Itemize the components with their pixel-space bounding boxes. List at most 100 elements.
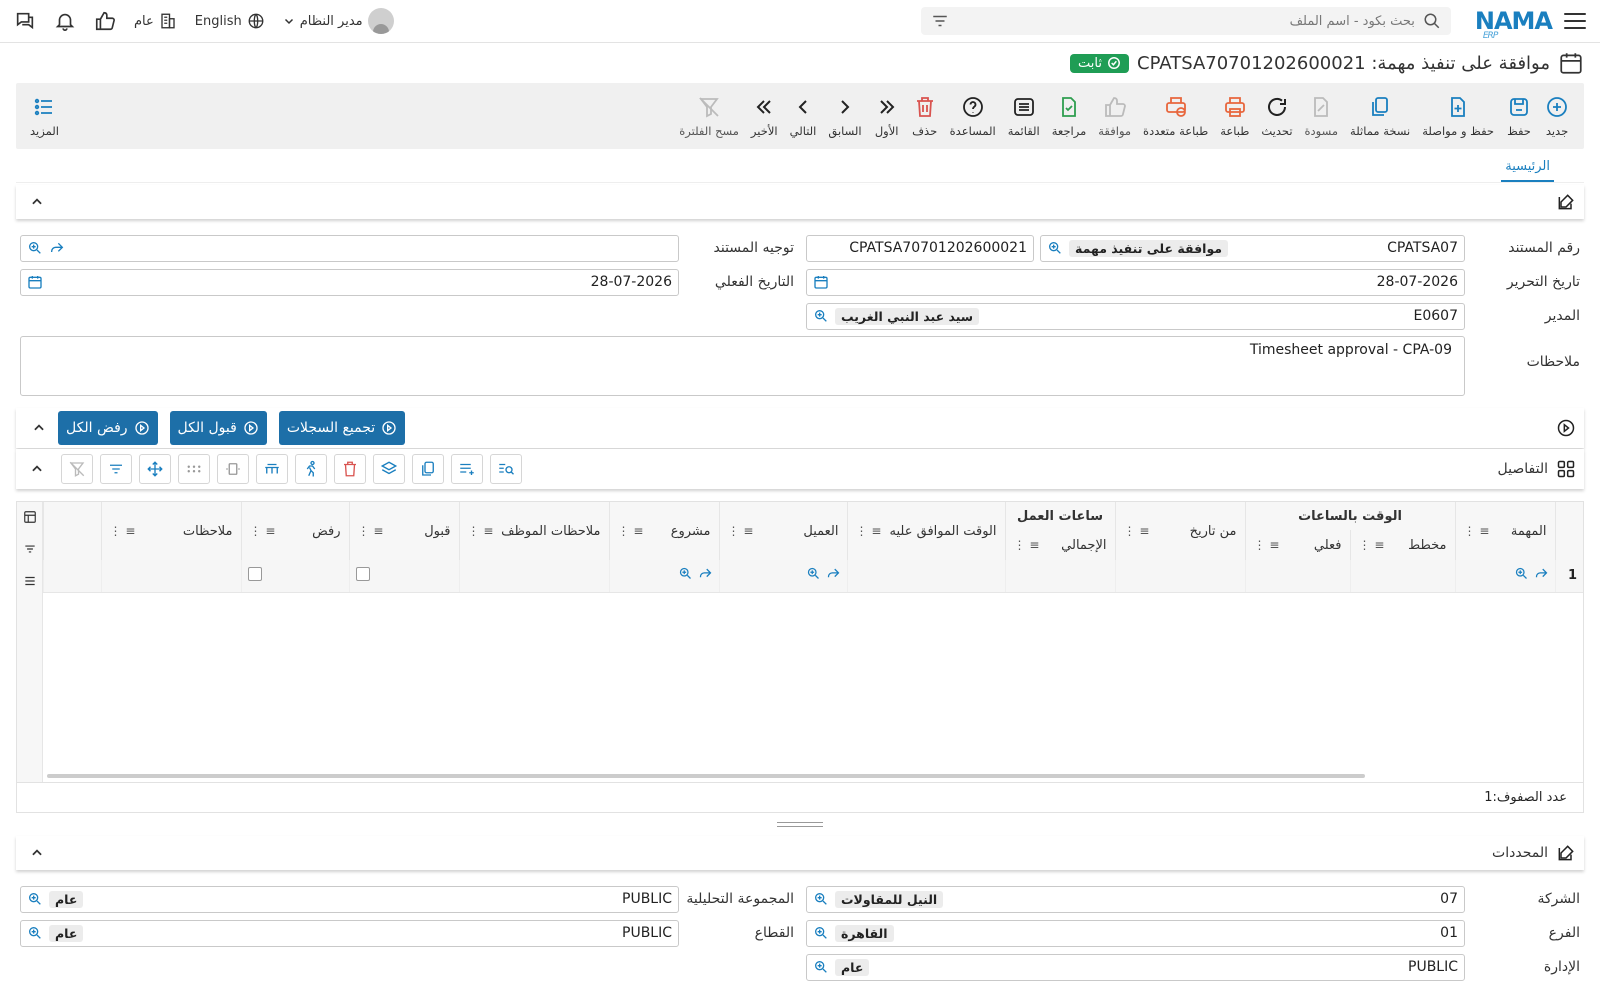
delete-button[interactable]: حذف	[906, 95, 944, 138]
col-actual[interactable]: فعلي ≡ ⋮	[1244, 530, 1350, 560]
refresh-button[interactable]: تحديث	[1255, 95, 1298, 138]
search-plus-icon[interactable]	[1514, 566, 1529, 581]
search-input[interactable]	[956, 13, 1415, 29]
department-field[interactable]: PUBLIC عام	[806, 953, 1465, 981]
analytic-field[interactable]: PUBLIC عام	[20, 885, 679, 913]
last-button[interactable]: الأخير	[745, 95, 784, 138]
accept-all-button[interactable]: قبول الكل	[169, 411, 267, 445]
doc-book-field[interactable]: CPATSA07 موافقة على تنفيذ مهمة	[1040, 234, 1465, 262]
grid-layers-button[interactable]	[373, 454, 405, 484]
thumbs-up-icon[interactable]	[94, 10, 116, 32]
search-plus-icon[interactable]	[27, 891, 43, 907]
grid-delete-button[interactable]	[334, 454, 366, 484]
from-date-cell[interactable]	[1114, 560, 1245, 593]
doc-route-field[interactable]	[20, 234, 679, 262]
search-plus-icon[interactable]	[806, 566, 821, 581]
save-continue-button[interactable]: حفظ و مواصلة	[1416, 95, 1500, 138]
chat-icon[interactable]	[14, 10, 36, 32]
col-customer[interactable]: العميل ≡ ⋮	[718, 502, 847, 560]
accept-checkbox[interactable]	[355, 566, 370, 581]
previous-button[interactable]: السابق	[822, 95, 867, 138]
col-reject[interactable]: رفض ≡ ⋮	[240, 502, 349, 560]
calendar-icon[interactable]	[813, 274, 829, 290]
doc-number-field[interactable]: CPATSA70701202600021	[806, 234, 1034, 262]
chevron-up-icon[interactable]	[30, 462, 44, 476]
grid-add-row-button[interactable]	[451, 454, 483, 484]
filter-icon[interactable]	[23, 542, 37, 556]
project-cell[interactable]	[608, 560, 719, 593]
grid-copy-button[interactable]	[412, 454, 444, 484]
col-approved-time[interactable]: الوقت الموافق عليه ≡ ⋮	[846, 502, 1005, 560]
col-from-date[interactable]: من تاريخ ≡ ⋮	[1114, 502, 1245, 560]
grid-fit-button[interactable]	[217, 454, 249, 484]
grid-run-button[interactable]	[295, 454, 327, 484]
new-button[interactable]: جديد	[1538, 95, 1576, 138]
task-cell[interactable]	[1454, 560, 1555, 593]
col-task[interactable]: المهمة ≡ ⋮	[1454, 502, 1555, 560]
notes-textarea[interactable]: Timesheet approval - CPA-09	[20, 336, 1465, 396]
search-plus-icon[interactable]	[678, 566, 693, 581]
grid-move-button[interactable]	[139, 454, 171, 484]
sector-field[interactable]: PUBLIC عام	[20, 919, 679, 947]
total-cell[interactable]	[1004, 560, 1115, 593]
approve-button[interactable]: موافقة	[1092, 95, 1137, 138]
grid-clear-filter-button[interactable]	[61, 454, 93, 484]
calendar-icon[interactable]	[27, 274, 43, 290]
more-button[interactable]: المزيد	[24, 95, 65, 138]
save-button[interactable]: حفظ	[1500, 95, 1538, 138]
horizontal-scrollbar[interactable]	[47, 774, 1365, 778]
col-total[interactable]: الإجمالي ≡ ⋮	[1004, 530, 1115, 560]
menu-icon[interactable]	[1564, 13, 1586, 29]
actual-date-field[interactable]: 28-07-2026	[20, 268, 679, 296]
emp-notes-cell[interactable]	[458, 560, 609, 593]
first-button[interactable]: الأول	[868, 95, 906, 138]
branch-field[interactable]: 01 القاهرة	[806, 919, 1465, 947]
search-plus-icon[interactable]	[27, 240, 43, 256]
col-notes[interactable]: ملاحظات ≡ ⋮	[100, 502, 241, 560]
col-planned[interactable]: مخطط ≡ ⋮	[1349, 530, 1455, 560]
search-plus-icon[interactable]	[813, 959, 829, 975]
table-row[interactable]: 1	[43, 560, 1583, 593]
customer-cell[interactable]	[718, 560, 847, 593]
review-button[interactable]: مراجعة	[1046, 95, 1093, 138]
search-plus-icon[interactable]	[813, 891, 829, 907]
col-accept[interactable]: قبول ≡ ⋮	[348, 502, 459, 560]
chevron-up-icon[interactable]	[32, 421, 46, 435]
collect-records-button[interactable]: تجميع السجلات	[278, 411, 406, 445]
share-icon[interactable]	[1534, 566, 1549, 581]
language-switch[interactable]: English	[195, 12, 265, 30]
notes-cell[interactable]	[100, 560, 241, 593]
search-plus-icon[interactable]	[27, 925, 43, 941]
grid-filter-button[interactable]	[100, 454, 132, 484]
reject-all-button[interactable]: رفض الكل	[58, 411, 158, 445]
table-settings-icon[interactable]	[23, 510, 37, 524]
edit-date-field[interactable]: 28-07-2026	[806, 268, 1465, 296]
col-project[interactable]: مشروع ≡ ⋮	[608, 502, 719, 560]
duplicate-button[interactable]: نسخة مماثلة	[1344, 95, 1416, 138]
search-plus-icon[interactable]	[1047, 240, 1063, 256]
list-button[interactable]: القائمة	[1002, 95, 1046, 138]
branch-switch[interactable]: عام	[134, 12, 177, 30]
search-plus-icon[interactable]	[813, 925, 829, 941]
reject-checkbox[interactable]	[247, 566, 262, 581]
company-field[interactable]: 07 النيل للمقاولات	[806, 885, 1465, 913]
grid-search-button[interactable]	[490, 454, 522, 484]
manager-field[interactable]: E0607 سيد عبد النبي الغريب	[806, 302, 1465, 330]
chevron-up-icon[interactable]	[30, 195, 44, 209]
help-button[interactable]: المساعدة	[944, 95, 1002, 138]
planned-cell[interactable]	[1349, 560, 1455, 593]
menu-icon[interactable]	[23, 574, 37, 588]
approved-time-cell[interactable]	[846, 560, 1005, 593]
chevron-up-icon[interactable]	[30, 846, 44, 860]
multi-print-button[interactable]: طباعة متعددة	[1137, 95, 1214, 138]
share-icon[interactable]	[49, 240, 65, 256]
share-icon[interactable]	[826, 566, 841, 581]
user-menu[interactable]: مدير النظام	[283, 8, 394, 34]
actual-cell[interactable]	[1244, 560, 1350, 593]
bell-icon[interactable]	[54, 10, 76, 32]
print-button[interactable]: طباعة	[1214, 95, 1255, 138]
search-plus-icon[interactable]	[813, 308, 829, 324]
col-emp-notes[interactable]: ملاحظات الموظف ≡ ⋮	[458, 502, 609, 560]
share-icon[interactable]	[698, 566, 713, 581]
resize-handle[interactable]	[16, 813, 1584, 835]
